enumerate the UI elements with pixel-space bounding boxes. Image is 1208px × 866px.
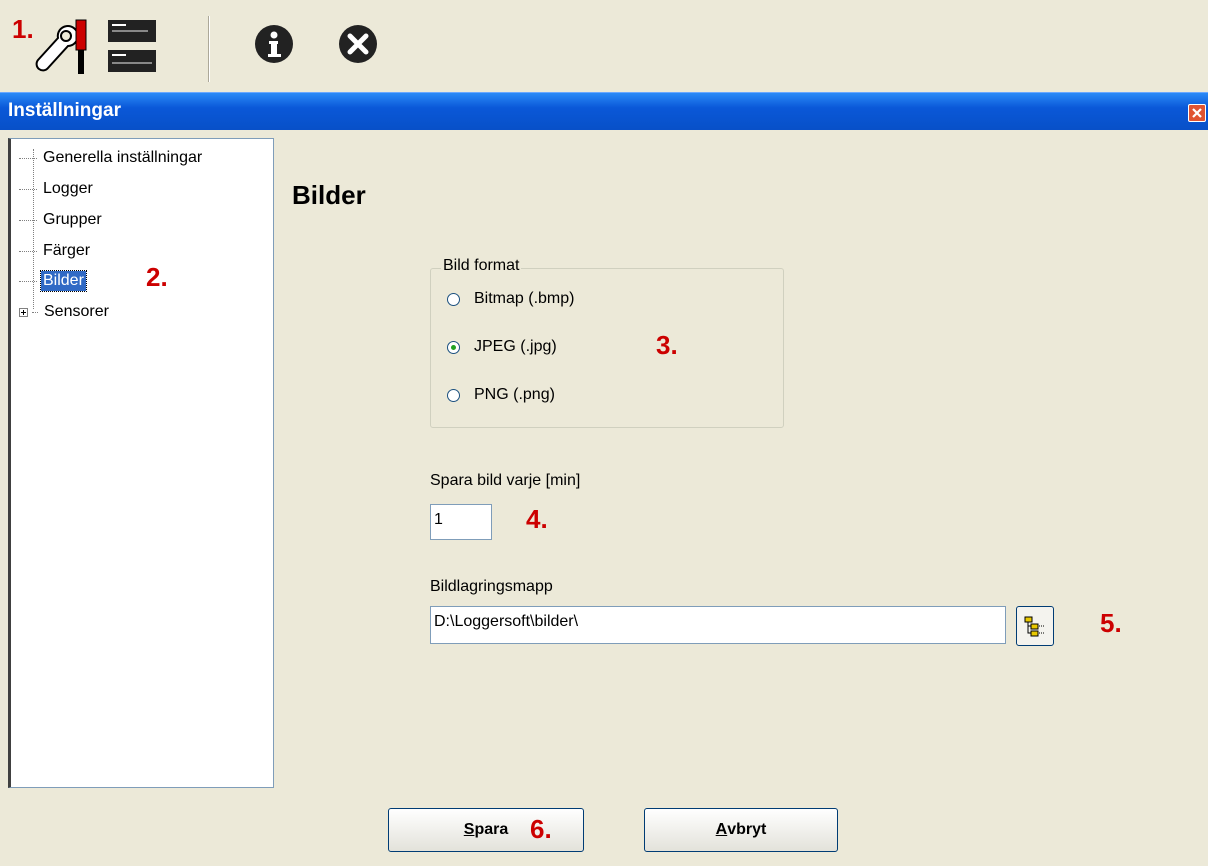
- folder-path-input[interactable]: D:\Loggersoft\bilder\: [430, 606, 1006, 644]
- cancel-button[interactable]: Avbryt: [644, 808, 838, 852]
- browse-folder-button[interactable]: [1016, 606, 1054, 646]
- radio-label: Bitmap (.bmp): [474, 290, 575, 307]
- tree-item-grupper[interactable]: Grupper: [19, 207, 104, 233]
- tree-item-logger[interactable]: Logger: [19, 176, 95, 202]
- close-circle-icon[interactable]: [338, 24, 378, 64]
- interval-label: Spara bild varje [min]: [430, 472, 581, 489]
- tree-item-label: Generella inställningar: [43, 149, 203, 166]
- radio-button[interactable]: [447, 388, 460, 402]
- tree-item-generella[interactable]: Generella inställningar: [19, 145, 204, 171]
- group-legend: Bild format: [441, 257, 522, 275]
- radio-button[interactable]: [447, 292, 460, 306]
- tree-item-label: Bilder: [40, 270, 87, 292]
- tree-item-farger[interactable]: Färger: [19, 238, 92, 264]
- info-icon[interactable]: [254, 24, 294, 64]
- radio-jpeg[interactable]: JPEG (.jpg): [447, 335, 557, 359]
- cancel-label: vbryt: [727, 821, 767, 838]
- radio-png[interactable]: PNG (.png): [447, 383, 555, 407]
- folder-tree-icon: [1024, 616, 1045, 637]
- close-icon: [1192, 108, 1202, 118]
- radio-bitmap[interactable]: Bitmap (.bmp): [447, 287, 574, 311]
- settings-tools-icon[interactable]: [28, 16, 100, 78]
- window-close-button[interactable]: [1188, 104, 1206, 122]
- window-titlebar: Inställningar: [0, 92, 1208, 130]
- tree-item-label: Grupper: [43, 211, 102, 228]
- annotation-marker-2: 2.: [146, 262, 168, 292]
- window-title: Inställningar: [8, 100, 121, 121]
- expand-plus-icon[interactable]: [19, 307, 28, 317]
- tree-item-bilder[interactable]: Bilder: [19, 268, 87, 294]
- tree-item-label: Logger: [43, 180, 93, 197]
- tree-item-label: Färger: [43, 242, 91, 259]
- tree-item-label: Sensorer: [44, 303, 109, 320]
- folder-label: Bildlagringsmapp: [430, 578, 553, 595]
- toolbar: 1.: [0, 0, 1208, 92]
- cancel-accelerator: A: [715, 821, 728, 838]
- radio-label: JPEG (.jpg): [474, 338, 557, 355]
- annotation-marker-3: 3.: [656, 330, 678, 360]
- annotation-marker-4: 4.: [526, 504, 548, 534]
- logger-devices-icon[interactable]: [104, 18, 160, 76]
- save-button[interactable]: Spara: [388, 808, 584, 852]
- save-label: para: [474, 821, 509, 838]
- radio-label: PNG (.png): [474, 386, 555, 403]
- tree-item-sensorer[interactable]: Sensorer: [19, 299, 111, 325]
- interval-input[interactable]: 1: [430, 504, 492, 540]
- settings-tree[interactable]: Generella inställningar Logger Grupper F…: [8, 138, 274, 788]
- annotation-marker-5: 5.: [1100, 608, 1122, 638]
- page-title: Bilder: [292, 180, 366, 210]
- toolbar-separator: [208, 16, 210, 82]
- radio-button-checked[interactable]: [447, 340, 460, 354]
- image-format-group: Bild format Bitmap (.bmp) JPEG (.jpg) PN…: [430, 257, 784, 428]
- annotation-marker-6: 6.: [530, 814, 552, 844]
- save-accelerator: S: [463, 821, 475, 838]
